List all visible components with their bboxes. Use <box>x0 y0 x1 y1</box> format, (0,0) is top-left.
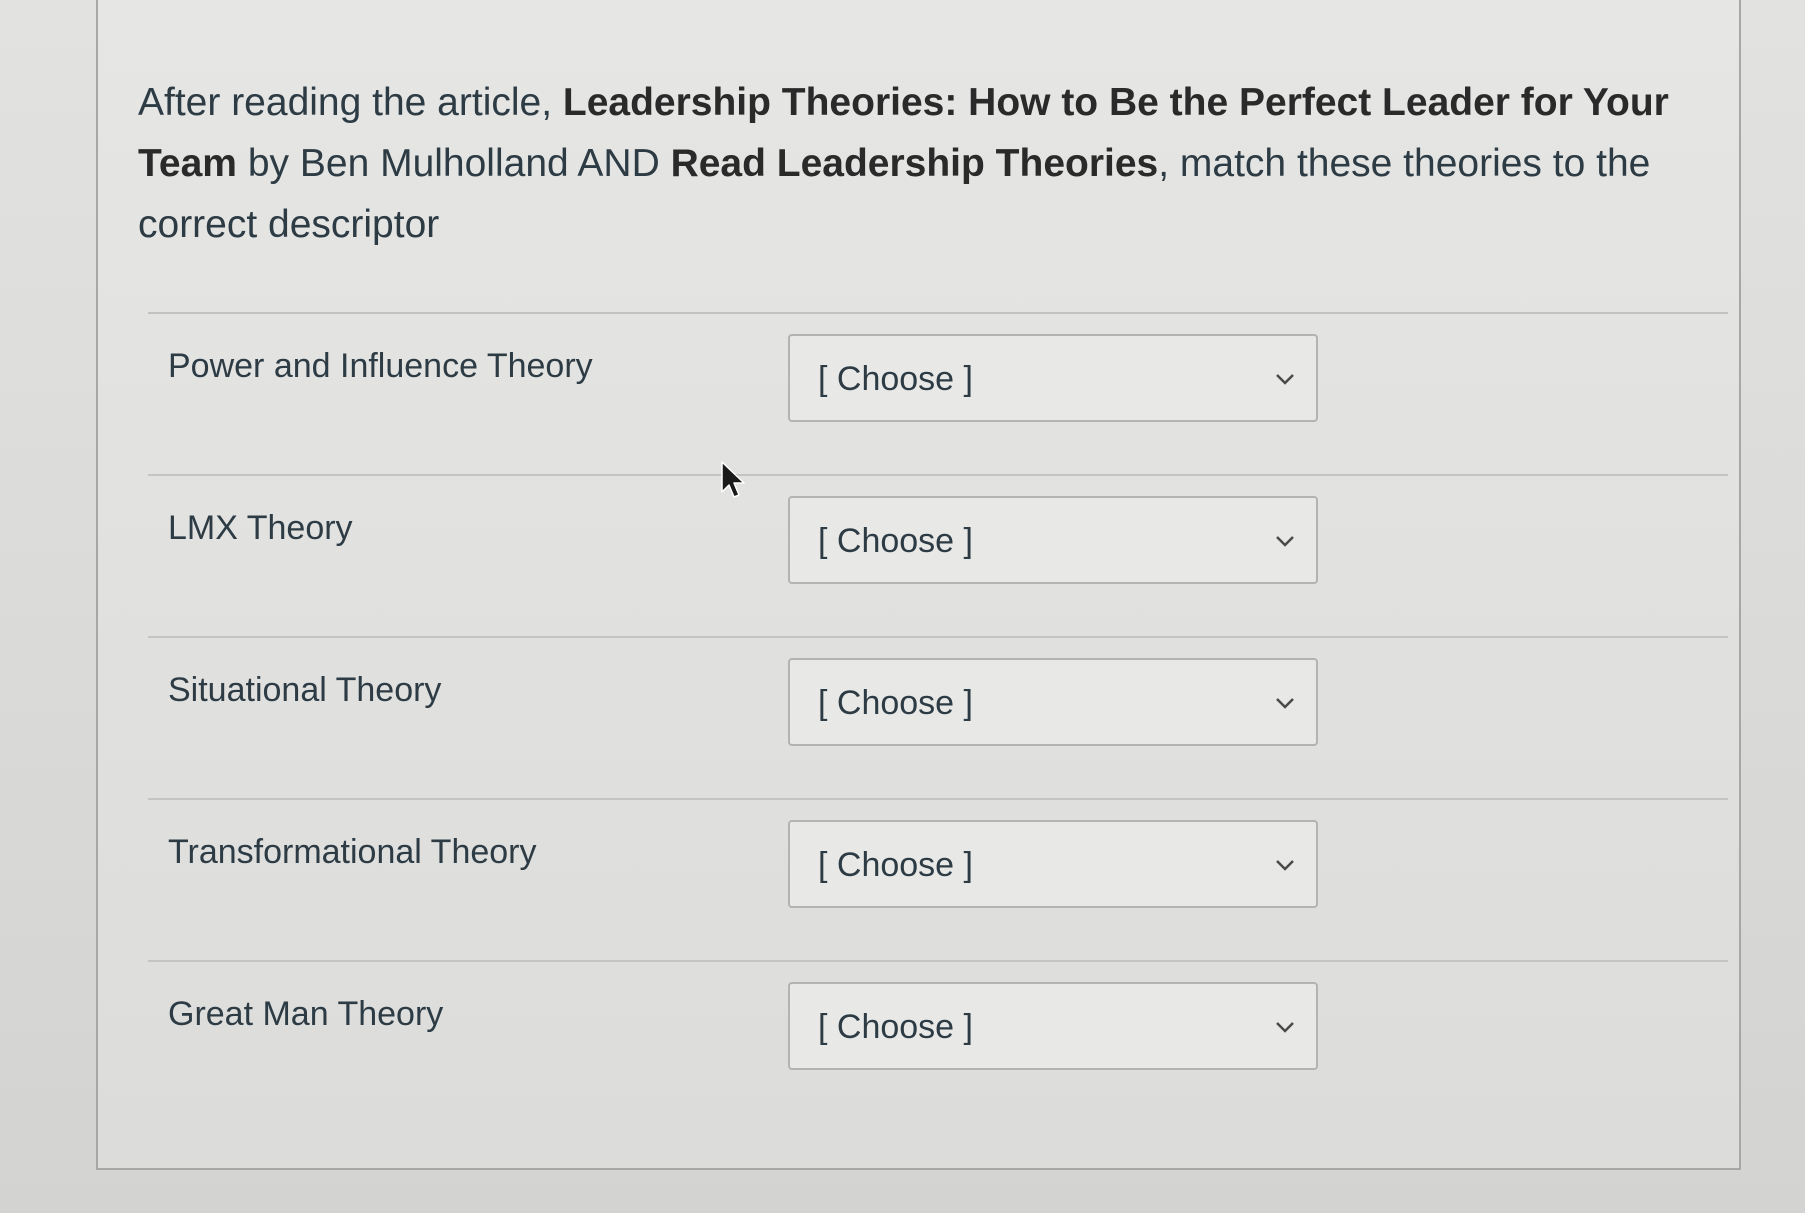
theory-label: Transformational Theory <box>168 833 537 871</box>
read-title: Read Leadership Theories <box>670 142 1159 185</box>
answer-select[interactable]: [ Choose ] <box>788 658 1318 746</box>
mouse-cursor-icon <box>721 461 745 498</box>
answer-list: Power and Influence Theory [ Choose ] LM… <box>148 314 1728 1124</box>
chevron-down-icon <box>1276 374 1294 385</box>
select-value: [ Choose ] <box>818 684 973 722</box>
question-prefix: After reading the article, <box>138 81 563 124</box>
select-value: [ Choose ] <box>818 846 973 884</box>
theory-label: Situational Theory <box>168 671 442 709</box>
answer-select[interactable]: [ Choose ] <box>788 334 1318 422</box>
answer-row: Power and Influence Theory [ Choose ] <box>148 314 1728 476</box>
chevron-down-icon <box>1276 1022 1294 1033</box>
answer-select[interactable]: [ Choose ] <box>788 820 1318 908</box>
answer-row: Great Man Theory [ Choose ] <box>148 962 1728 1124</box>
select-value: [ Choose ] <box>818 360 973 398</box>
answer-select[interactable]: [ Choose ] <box>788 496 1318 584</box>
question-by-text: by Ben Mulholland AND <box>237 142 671 185</box>
chevron-down-icon <box>1276 536 1294 547</box>
chevron-down-icon <box>1276 698 1294 709</box>
screen: After reading the article, Leadership Th… <box>0 0 1805 1213</box>
chevron-down-icon <box>1276 860 1294 871</box>
answer-row: Situational Theory [ Choose ] <box>148 638 1728 800</box>
answer-row: Transformational Theory [ Choose ] <box>148 800 1728 962</box>
theory-label: Great Man Theory <box>168 995 444 1033</box>
select-value: [ Choose ] <box>818 522 973 560</box>
theory-label: LMX Theory <box>168 509 353 547</box>
question-card: After reading the article, Leadership Th… <box>96 0 1741 1170</box>
question-text: After reading the article, Leadership Th… <box>138 72 1718 255</box>
theory-label: Power and Influence Theory <box>168 347 593 385</box>
answer-row: LMX Theory [ Choose ] <box>148 476 1728 638</box>
select-value: [ Choose ] <box>818 1008 973 1046</box>
answer-select[interactable]: [ Choose ] <box>788 982 1318 1070</box>
